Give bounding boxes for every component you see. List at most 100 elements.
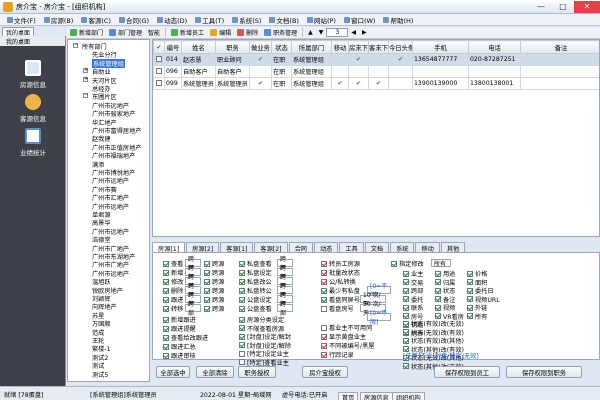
checkbox-icon[interactable] — [163, 278, 169, 285]
column-header[interactable]: 状态 — [271, 40, 292, 54]
bottom-tab-home[interactable]: 首页 — [338, 392, 359, 400]
checkbox-icon[interactable] — [204, 287, 210, 294]
maximize-icon[interactable]: □ — [552, 1, 574, 13]
permission-checkbox[interactable]: 看盘同屏号 — [321, 295, 360, 304]
checkbox-icon[interactable] — [163, 269, 169, 276]
permission-checkbox[interactable]: 指定修改 — [391, 259, 424, 268]
permission-checkbox[interactable]: 所有 — [467, 312, 487, 321]
permission-checkbox[interactable]: 私盘转公 — [239, 286, 272, 295]
permission-checkbox[interactable]: 跨源 — [204, 259, 224, 268]
checkbox-icon[interactable] — [239, 333, 245, 340]
tree-node[interactable]: 测试5 — [92, 370, 108, 379]
permission-checkbox[interactable]: 行踪记录 — [321, 350, 354, 359]
checkbox-icon[interactable] — [403, 304, 409, 311]
checkbox-icon[interactable] — [239, 278, 245, 285]
permission-checkbox[interactable]: 私盘改公 — [239, 277, 272, 286]
checkbox-icon[interactable] — [163, 260, 169, 267]
checkbox-icon[interactable] — [163, 316, 169, 323]
column-header[interactable]: 移动 — [331, 40, 349, 54]
column-header[interactable]: 手机 — [412, 40, 469, 54]
checkbox-icon[interactable] — [403, 320, 409, 327]
permission-checkbox[interactable]: 不同被编号/黑屋 — [321, 341, 374, 350]
menu-customer[interactable]: 客源(C) — [77, 15, 115, 25]
value-field[interactable]: [0=不限] — [367, 310, 391, 326]
page-number-field[interactable]: 3 — [326, 28, 349, 37]
table-row[interactable]: 096 自助客户 自助客户 在职 系统管理组 — [153, 65, 599, 78]
checkbox-icon[interactable] — [403, 270, 409, 277]
edit-button[interactable]: 编辑 — [207, 28, 234, 37]
column-header[interactable]: 姓名 — [181, 40, 216, 54]
permission-checkbox[interactable]: 显示黄盘业主 — [321, 332, 366, 341]
checkbox-icon[interactable] — [156, 79, 162, 86]
next-icon[interactable]: ▶ — [359, 29, 370, 36]
checkbox-icon[interactable] — [163, 296, 169, 303]
tree-expand-icon[interactable]: + — [83, 76, 88, 82]
checkbox-icon[interactable] — [163, 352, 169, 359]
close-icon[interactable]: ✕ — [574, 0, 600, 13]
permission-checkbox[interactable]: 修改 — [163, 277, 183, 286]
column-header[interactable]: 今日头条 — [388, 40, 413, 54]
checkbox-icon[interactable] — [321, 287, 327, 294]
checkbox-icon[interactable] — [239, 359, 245, 365]
menu-dynamic[interactable]: 动态(D) — [153, 15, 191, 25]
checkbox-icon[interactable] — [321, 351, 327, 358]
nav-customer-info[interactable]: 客源信息 — [0, 94, 66, 123]
permission-checkbox[interactable]: 跟进 — [163, 295, 183, 304]
nav-performance[interactable]: 业绩统计 — [0, 128, 66, 157]
permission-checkbox[interactable]: 转移 — [163, 304, 183, 313]
checkbox-icon[interactable] — [163, 334, 169, 341]
checkbox-icon[interactable] — [321, 324, 327, 331]
checkbox-icon[interactable] — [156, 55, 162, 62]
nav-house-info[interactable]: 房源信息 — [0, 60, 66, 89]
checkbox-icon[interactable] — [435, 287, 441, 294]
permission-checkbox[interactable]: 跨源 — [204, 268, 224, 277]
checkbox-icon[interactable] — [204, 260, 210, 267]
checkbox-icon[interactable] — [321, 260, 327, 267]
checkbox-icon[interactable] — [163, 305, 169, 312]
menu-tools[interactable]: 工具(T) — [191, 15, 228, 25]
add-employee-button[interactable]: 新增员工 — [168, 28, 207, 37]
tree-expand-icon[interactable]: − — [83, 93, 88, 99]
action-button[interactable]: 房介宝授权 — [302, 366, 348, 378]
checkbox-icon[interactable] — [163, 343, 169, 350]
tree-expand-icon[interactable]: − — [73, 43, 78, 48]
checkbox-icon[interactable] — [467, 287, 473, 294]
checkbox-icon[interactable] — [239, 350, 245, 357]
menu-website[interactable]: 网站(P) — [303, 15, 340, 25]
checkbox-icon[interactable] — [403, 337, 409, 344]
table-row[interactable]: 014 赵志慧 职业顾问 ✔ 在职 系统管理组 ✔ ✔ 13654877777 020-87287… — [153, 53, 599, 66]
table-row[interactable]: 099 系统管理员 系统管理员 ✔ 在职 系统管理组 ✔ ✔ ✔ 13900139000 13800… — [153, 77, 599, 90]
permission-checkbox[interactable]: 转员工房源 — [321, 259, 360, 268]
permission-checkbox[interactable]: 跟进审核 — [163, 351, 196, 360]
permission-checkbox[interactable]: 批量改状态 — [321, 268, 360, 277]
checkbox-icon[interactable] — [403, 296, 409, 302]
permission-checkbox[interactable]: 跨源 — [204, 286, 224, 295]
checkbox-icon[interactable] — [239, 316, 245, 323]
checkbox-icon[interactable] — [239, 325, 245, 331]
menu-window[interactable]: 窗口(W) — [340, 15, 380, 25]
bottom-tab-house[interactable]: 房源信息 — [360, 392, 393, 400]
menu-system[interactable]: 系统(S) — [228, 15, 265, 25]
permission-checkbox[interactable]: 公盘查看 — [239, 304, 272, 313]
position-manage-button[interactable]: 职务管理 — [261, 28, 300, 37]
permission-checkbox[interactable]: 私盘设定 — [239, 268, 272, 277]
sort-down-icon[interactable]: ▼ — [316, 29, 327, 36]
row-checkbox[interactable] — [153, 77, 165, 90]
permission-checkbox[interactable]: 新增跟进 — [163, 315, 196, 324]
checkbox-icon[interactable] — [163, 325, 169, 332]
action-button[interactable]: 全部清除 — [196, 366, 234, 378]
row-checkbox[interactable] — [153, 65, 165, 78]
permission-checkbox[interactable]: 看业主不可用同 — [321, 323, 372, 332]
column-header[interactable]: 房末下 — [348, 40, 369, 54]
checkbox-icon[interactable] — [435, 304, 441, 311]
action-button[interactable]: 保存权限到员工 — [434, 366, 500, 378]
permission-checkbox[interactable]: 查看给改跟进 — [163, 333, 208, 342]
checkbox-icon[interactable] — [321, 342, 327, 349]
sort-up-icon[interactable]: ▲ — [305, 29, 316, 36]
select-all-checkbox[interactable]: ✓ — [153, 40, 165, 54]
minimize-icon[interactable]: — — [530, 1, 552, 13]
permission-checkbox[interactable]: 跨源 — [204, 277, 224, 286]
checkbox-icon[interactable] — [467, 270, 473, 277]
checkbox-icon[interactable] — [391, 260, 397, 267]
checkbox-icon[interactable] — [239, 305, 245, 312]
